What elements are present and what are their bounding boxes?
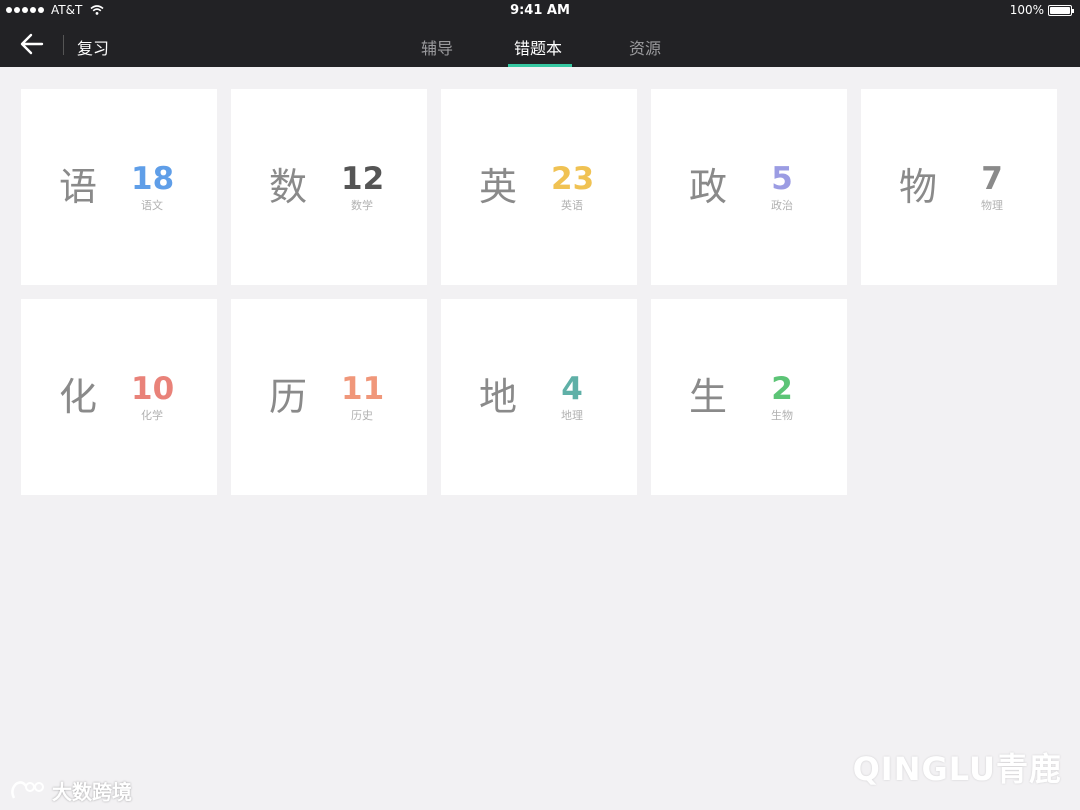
subject-card-geography[interactable]: 地 4 地理 <box>441 299 637 495</box>
mistake-count: 7 <box>981 161 1003 197</box>
subject-card-history[interactable]: 历 11 历史 <box>231 299 427 495</box>
subject-label: 地理 <box>561 409 583 422</box>
subject-char: 生 <box>689 375 728 419</box>
clock: 9:41 AM <box>510 3 570 18</box>
subject-char: 化 <box>59 375 98 419</box>
subject-char: 地 <box>479 375 518 419</box>
subject-char: 物 <box>899 165 938 209</box>
subject-label: 英语 <box>561 199 583 212</box>
mistake-count: 2 <box>771 371 793 407</box>
mistake-count: 11 <box>341 371 385 407</box>
watermark-right: QINGLU青鹿 <box>852 750 1062 788</box>
subject-label: 政治 <box>771 199 793 212</box>
subject-char: 语 <box>59 165 98 209</box>
tab-mistake-book[interactable]: 错题本 <box>514 35 562 59</box>
tab-bar: 辅导 错题本 资源 <box>0 22 1080 67</box>
nav-bar: 复习 辅导 错题本 资源 <box>0 22 1080 67</box>
subject-char: 数 <box>269 165 308 209</box>
subject-card-english[interactable]: 英 23 英语 <box>441 89 637 285</box>
mistake-count: 18 <box>131 161 175 197</box>
status-bar: AT&T 9:41 AM 100% <box>0 0 1080 22</box>
subject-label: 数学 <box>351 199 373 212</box>
subject-card-biology[interactable]: 生 2 生物 <box>651 299 847 495</box>
subject-label: 物理 <box>981 199 1003 212</box>
mistake-count: 10 <box>131 371 175 407</box>
mistake-count: 12 <box>341 161 385 197</box>
watermark-left: 大数跨境 <box>8 776 132 805</box>
tab-resources[interactable]: 资源 <box>629 35 661 59</box>
subject-char: 英 <box>479 165 518 209</box>
mistake-count: 5 <box>771 161 793 197</box>
mistake-count: 4 <box>561 371 583 407</box>
subject-label: 语文 <box>141 199 163 212</box>
status-right: 100% <box>1009 3 1074 17</box>
subject-card-math[interactable]: 数 12 数学 <box>231 89 427 285</box>
mistake-count: 23 <box>551 161 595 197</box>
subject-card-chemistry[interactable]: 化 10 化学 <box>21 299 217 495</box>
brand-logo-icon <box>11 780 44 799</box>
battery-percent: 100% <box>1009 3 1044 17</box>
battery-icon <box>1048 4 1074 16</box>
subject-label: 生物 <box>771 409 793 422</box>
subject-label: 化学 <box>141 409 163 422</box>
active-tab-indicator <box>508 64 572 67</box>
subject-label: 历史 <box>351 409 373 422</box>
subject-char: 历 <box>269 375 308 419</box>
top-bar: AT&T 9:41 AM 100% 复习 辅导 错题本 资源 <box>0 0 1080 67</box>
subject-card-physics[interactable]: 物 7 物理 <box>861 89 1057 285</box>
subject-card-chinese[interactable]: 语 18 语文 <box>21 89 217 285</box>
watermark-left-text: 大数跨境 <box>52 780 132 804</box>
subject-char: 政 <box>689 165 728 209</box>
subject-card-politics[interactable]: 政 5 政治 <box>651 89 847 285</box>
tab-tutoring[interactable]: 辅导 <box>421 35 453 59</box>
